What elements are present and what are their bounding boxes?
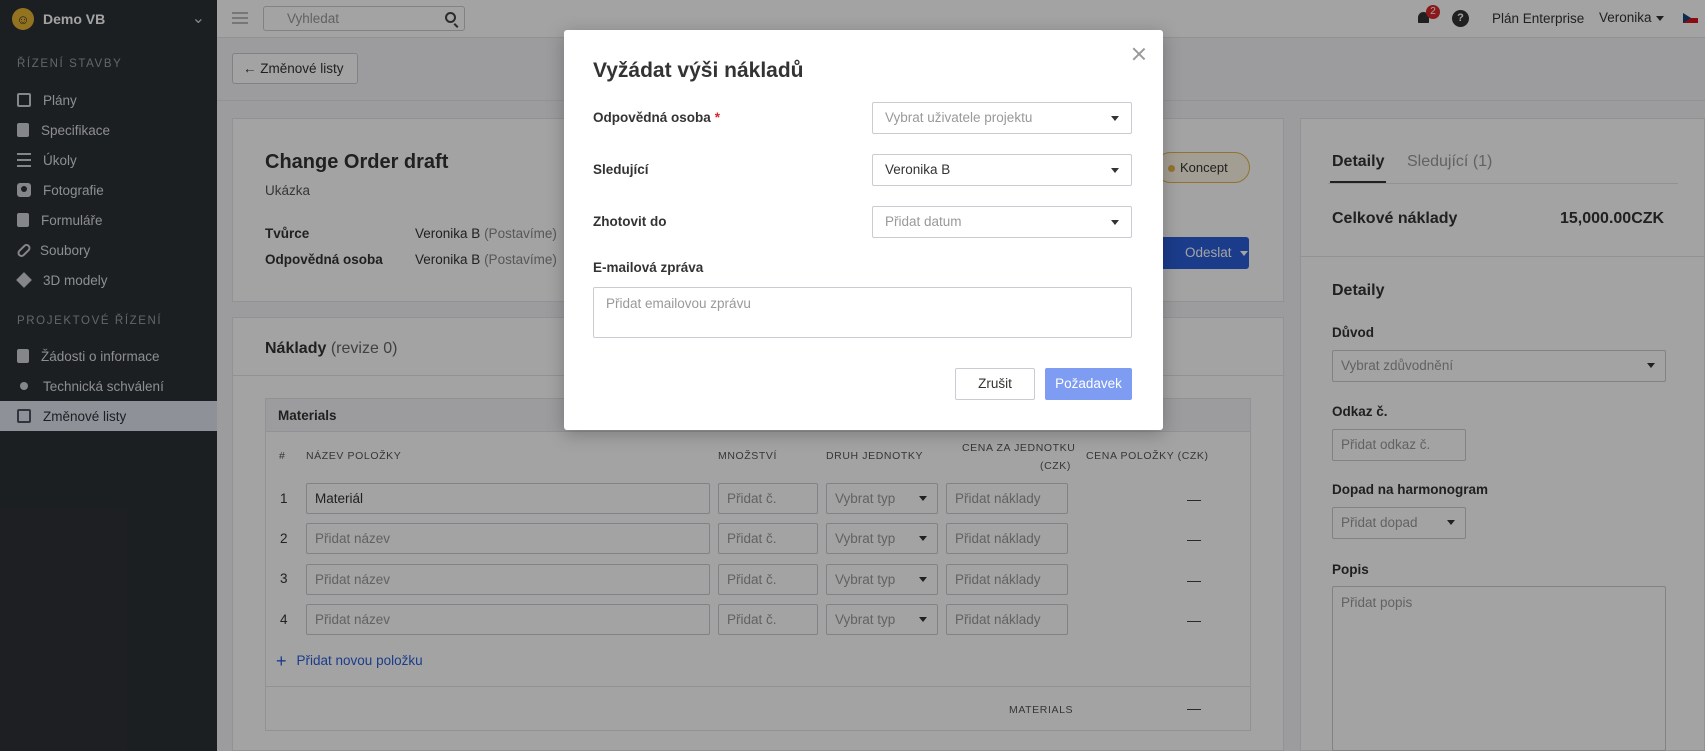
responsible-person-label: Odpovědná osoba *: [593, 110, 721, 125]
dialog-title: Vyžádat výši nákladů: [593, 59, 804, 82]
due-date-label: Zhotovit do: [593, 214, 667, 229]
close-icon[interactable]: [1131, 46, 1147, 62]
responsible-person-select[interactable]: Vybrat uživatele projektu: [872, 102, 1132, 134]
watchers-label: Sledující: [593, 162, 649, 177]
caret-down-icon: [1111, 116, 1119, 121]
caret-down-icon: [1111, 168, 1119, 173]
required-mark: *: [714, 110, 721, 125]
request-cost-dialog: Vyžádat výši nákladů Odpovědná osoba * Vy…: [564, 30, 1163, 430]
due-date-select[interactable]: Přidat datum: [872, 206, 1132, 238]
watchers-select[interactable]: Veronika B: [872, 154, 1132, 186]
email-message-textarea[interactable]: Přidat emailovou zprávu: [593, 287, 1132, 338]
email-message-label: E-mailová zpráva: [593, 260, 704, 275]
caret-down-icon: [1111, 220, 1119, 225]
request-button[interactable]: Požadavek: [1045, 368, 1132, 400]
cancel-button[interactable]: Zrušit: [955, 368, 1035, 400]
